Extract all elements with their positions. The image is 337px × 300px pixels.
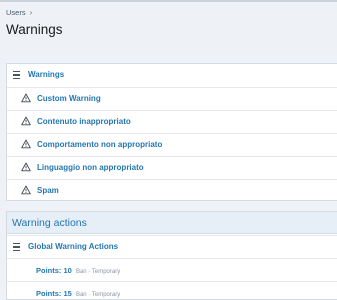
points-label: Points:: [36, 289, 62, 298]
breadcrumb-item-users[interactable]: Users: [6, 8, 26, 17]
warning-item-label[interactable]: Spam: [37, 186, 59, 195]
warning-item-linguaggio-non-appropriato[interactable]: Linguaggio non appropriato: [7, 156, 337, 179]
chevron-right-icon: ›: [29, 8, 33, 17]
action-type: Ban · Temporary: [75, 292, 121, 298]
page-title: Warnings: [6, 22, 63, 37]
breadcrumb: Users ›: [6, 8, 32, 17]
warning-actions-header: Warning actions: [7, 212, 337, 234]
warning-icon: [21, 116, 31, 126]
warning-item-label[interactable]: Custom Warning: [37, 94, 101, 103]
warning-item-contenuto-inappropriato[interactable]: Contenuto inappropriato: [7, 110, 337, 133]
global-warning-actions-row[interactable]: Global Warning Actions: [7, 235, 337, 258]
warning-action-row[interactable]: Points: 10 Ban · Temporary: [7, 258, 337, 280]
warning-item-label[interactable]: Linguaggio non appropriato: [37, 163, 144, 172]
warning-icon: [21, 185, 31, 195]
warning-item-custom-warning[interactable]: Custom Warning: [7, 87, 337, 110]
warning-icon: [21, 162, 31, 172]
warnings-header-row[interactable]: Warnings: [7, 64, 337, 87]
warning-action-row[interactable]: Points: 15 Ban · Temporary: [7, 281, 337, 300]
warning-action-link[interactable]: Points: 10 Ban · Temporary: [36, 266, 120, 275]
global-warning-actions-label[interactable]: Global Warning Actions: [28, 242, 118, 251]
warning-action-link[interactable]: Points: 15 Ban · Temporary: [36, 289, 120, 298]
warning-actions-title: Warning actions: [12, 217, 87, 229]
top-bar: [0, 0, 337, 2]
menu-icon: [13, 71, 21, 79]
warnings-header-label[interactable]: Warnings: [28, 70, 64, 79]
action-type: Ban · Temporary: [75, 269, 121, 275]
points-label: Points:: [36, 266, 62, 275]
warning-icon: [21, 139, 31, 149]
warning-item-comportamento-non-appropriato[interactable]: Comportamento non appropriato: [7, 133, 337, 156]
menu-icon: [13, 243, 20, 253]
warning-item-label[interactable]: Comportamento non appropriato: [37, 140, 162, 149]
warning-item-label[interactable]: Contenuto inappropriato: [37, 117, 131, 126]
warning-actions-block: Warning actions Global Warning Actions P…: [6, 211, 337, 300]
warning-item-spam[interactable]: Spam: [7, 179, 337, 202]
warnings-block: Warnings Custom Warning Contenuto inappr…: [6, 63, 337, 201]
warning-icon: [21, 93, 31, 103]
points-value: 10: [63, 266, 72, 275]
points-value: 15: [63, 289, 72, 298]
